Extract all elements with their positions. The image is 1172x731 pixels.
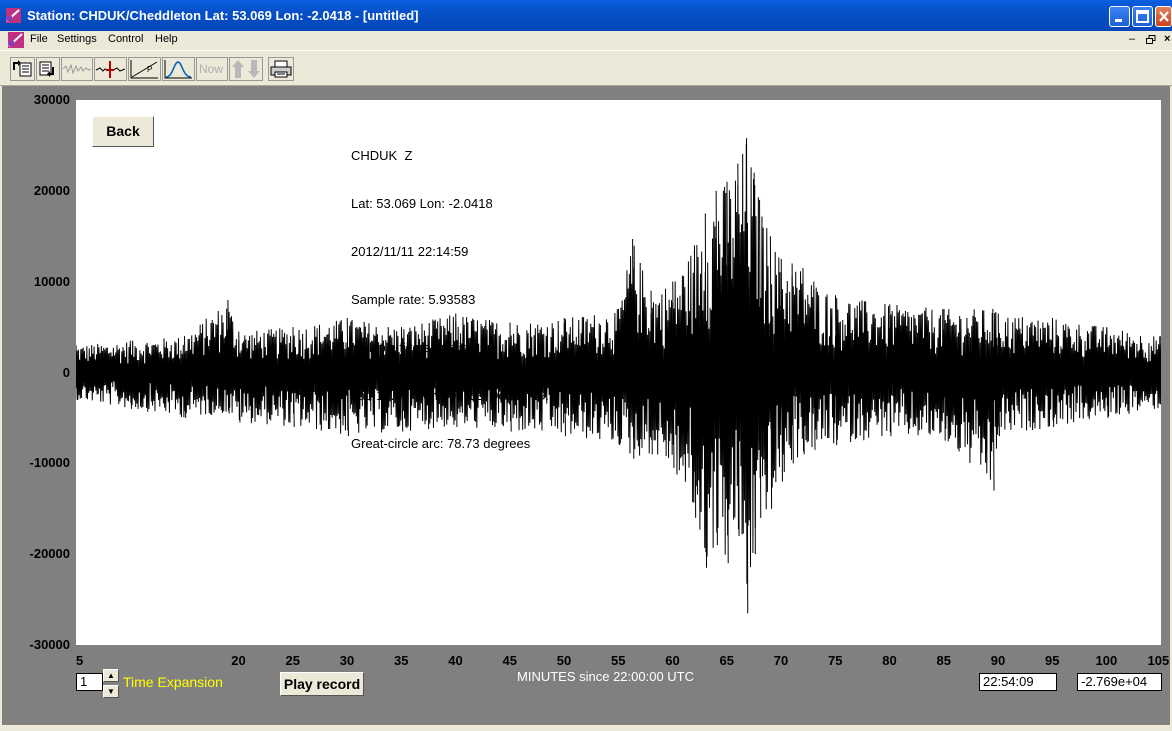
- up-down-arrows-icon: [232, 60, 260, 78]
- waveform-icon: [62, 63, 92, 75]
- y-tick-label: 10000: [33, 273, 70, 289]
- x-axis-title: MINUTES since 22:00:00 UTC: [517, 669, 695, 684]
- now-button[interactable]: Now: [196, 57, 228, 81]
- filter-curve-icon: [164, 60, 192, 79]
- pick-marker-icon: [95, 61, 126, 78]
- close-button[interactable]: [1155, 6, 1172, 27]
- x-tick-label: 70: [773, 653, 789, 668]
- x-tick-label: 85: [936, 653, 951, 668]
- trace-peak: [813, 281, 816, 450]
- spin-up-button[interactable]: ▲: [103, 669, 119, 682]
- spin-down-button[interactable]: ▼: [103, 685, 119, 698]
- title-bar: Station: CHDUK/Cheddleton Lat: 53.069 Lo…: [0, 0, 1172, 31]
- scroll-button[interactable]: [229, 57, 263, 81]
- app-icon: [6, 8, 21, 23]
- x-tick-label: 30: [339, 653, 355, 668]
- maximize-icon: [1136, 10, 1149, 23]
- time-readout: 22:54:09: [979, 673, 1057, 691]
- maximize-button[interactable]: [1132, 6, 1153, 27]
- close-icon: [1159, 11, 1169, 22]
- x-tick-label: 60: [665, 653, 680, 668]
- x-tick-label: 55: [611, 653, 626, 668]
- x-tick-label: 90: [990, 653, 1006, 668]
- trace-peak: [693, 245, 697, 518]
- info-line-datetime: 2012/11/11 22:14:59: [351, 244, 469, 259]
- y-tick-label: -20000: [29, 546, 70, 562]
- save-file-button[interactable]: [36, 57, 60, 81]
- pick-button[interactable]: [94, 57, 127, 81]
- info-line-station-coords: Lat: 53.069 Lon: -2.0418: [351, 196, 493, 211]
- open-file-button[interactable]: [10, 57, 35, 81]
- svg-text:P: P: [147, 65, 152, 74]
- play-record-button[interactable]: Play record: [280, 672, 364, 696]
- mdi-close-icon[interactable]: ×: [1164, 33, 1170, 45]
- x-tick-label: 45: [502, 653, 517, 668]
- trace-peak: [769, 236, 773, 509]
- back-button[interactable]: Back: [92, 116, 154, 147]
- spectrum-icon: P: [130, 60, 158, 79]
- status-bar: [0, 725, 1172, 731]
- x-tick-label: 95: [1045, 653, 1060, 668]
- y-tick-label: -30000: [29, 637, 70, 652]
- spectrum-button[interactable]: P: [128, 57, 161, 81]
- filter-button[interactable]: [162, 57, 195, 81]
- info-line-sample-rate: Sample rate: 5.93583: [351, 292, 476, 307]
- info-line-filters: Multiple filters applied: [351, 340, 477, 355]
- x-tick-label: 80: [882, 653, 897, 668]
- x-tick-label: 75: [828, 653, 843, 668]
- x-tick-label: 65: [719, 653, 734, 668]
- window-title: Station: CHDUK/Cheddleton Lat: 53.069 Lo…: [27, 8, 419, 23]
- print-button[interactable]: [268, 57, 294, 81]
- x-tick-label: 25: [285, 653, 300, 668]
- x-tick-label: 35: [394, 653, 409, 668]
- menu-settings[interactable]: Settings: [57, 33, 97, 45]
- minimize-icon: [1115, 19, 1122, 22]
- x-tick-label: 20: [231, 653, 246, 668]
- x-tick-label: 5: [76, 653, 84, 668]
- menu-control[interactable]: Control: [108, 33, 143, 45]
- info-line-event: Lat: 14.21, Lon: -92.12, Depth: 29.9 km: [351, 388, 578, 403]
- time-expansion-input[interactable]: 1: [76, 673, 103, 691]
- menu-file[interactable]: File: [30, 33, 48, 45]
- now-label: Now: [199, 62, 224, 76]
- document-icon: [8, 32, 24, 48]
- open-file-icon: [13, 60, 32, 77]
- x-tick-label: 50: [556, 653, 572, 668]
- menu-help[interactable]: Help: [155, 33, 178, 45]
- mdi-minimize-icon[interactable]: –: [1129, 33, 1135, 45]
- toolbar: P Now: [0, 50, 1172, 86]
- value-readout: -2.769e+04: [1077, 673, 1162, 691]
- y-tick-label: 0: [62, 364, 70, 380]
- y-tick-label: 30000: [33, 92, 70, 107]
- mdi-restore-icon[interactable]: [1146, 35, 1156, 45]
- x-tick-label: 100: [1095, 653, 1118, 668]
- waveform-button[interactable]: [61, 57, 93, 81]
- trace-peak: [992, 308, 995, 491]
- time-expansion-label: Time Expansion: [123, 674, 223, 690]
- seismogram-plot[interactable]: [76, 100, 1161, 645]
- spin-down-icon: ▼: [107, 687, 115, 696]
- info-line-station: CHDUK Z: [351, 148, 413, 163]
- x-tick-label: 40: [448, 653, 463, 668]
- info-line-arc: Great-circle arc: 78.73 degrees: [351, 436, 531, 451]
- save-file-icon: [39, 61, 54, 77]
- y-tick-label: -10000: [29, 455, 70, 471]
- x-tick-label: 105: [1147, 653, 1170, 668]
- spin-up-icon: ▲: [107, 671, 115, 680]
- station-info: CHDUK Z Lat: 53.069 Lon: -2.0418 2012/11…: [351, 116, 577, 468]
- menu-bar: File Settings Control Help – ×: [0, 31, 1172, 49]
- printer-icon: [270, 60, 292, 78]
- minimize-button[interactable]: [1109, 6, 1130, 27]
- y-tick-label: 20000: [33, 182, 70, 198]
